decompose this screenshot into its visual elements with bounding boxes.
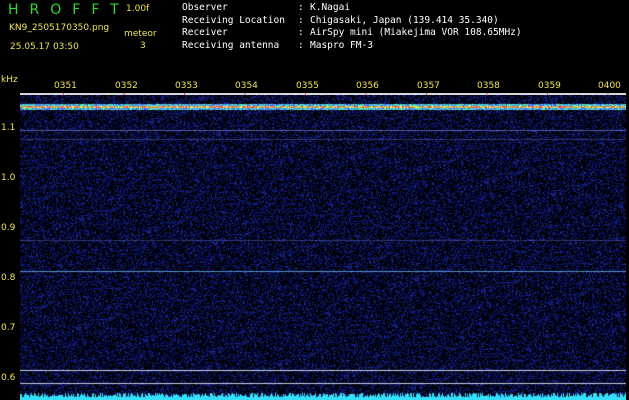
y-tick-label: 0.6 bbox=[1, 373, 16, 383]
time-tick-label: 0355 bbox=[296, 81, 319, 91]
meteor-label: meteor bbox=[124, 29, 157, 39]
info-row-observer: Observer: K.Nagai bbox=[182, 2, 351, 13]
time-tick-label: 0356 bbox=[356, 81, 379, 91]
time-tick-label: 0358 bbox=[477, 81, 500, 91]
info-row-location: Receiving Location: Chigasaki, Japan (139… bbox=[182, 14, 499, 26]
file-name: KN9_2505170350.png bbox=[9, 23, 110, 33]
y-tick-label: 0.7 bbox=[1, 323, 16, 333]
y-tick-label: 0.8 bbox=[1, 273, 16, 283]
time-tick-label: 0352 bbox=[115, 81, 138, 91]
station-info: Observer: K.Nagai Receiving Location: Chig… bbox=[182, 2, 522, 52]
y-tick-label: 1.0 bbox=[1, 173, 16, 183]
app-version: 1.00f bbox=[126, 4, 150, 14]
y-tick-label: 0.9 bbox=[1, 223, 16, 233]
time-tick-label: 0400 bbox=[598, 81, 621, 91]
y-tick-label: 1.1 bbox=[1, 123, 16, 133]
time-tick-label: 0357 bbox=[417, 81, 440, 91]
info-row-antenna: Receiving antenna: Maspro FM-3 bbox=[182, 39, 373, 51]
time-tick-label: 0354 bbox=[235, 81, 258, 91]
time-tick-label: 0353 bbox=[175, 81, 198, 91]
frequency-unit: kHz bbox=[1, 75, 18, 85]
capture-datetime: 25.05.17 03:50 bbox=[10, 42, 79, 52]
time-tick-label: 0351 bbox=[54, 81, 77, 91]
info-row-receiver: Receiver: AirSpy mini (Miakejima VOR 108.… bbox=[182, 27, 522, 38]
time-tick-label: 0359 bbox=[538, 81, 561, 91]
spectrogram bbox=[20, 95, 626, 400]
meteor-count: 3 bbox=[140, 41, 146, 51]
app-logo: HROFFT bbox=[8, 2, 130, 18]
